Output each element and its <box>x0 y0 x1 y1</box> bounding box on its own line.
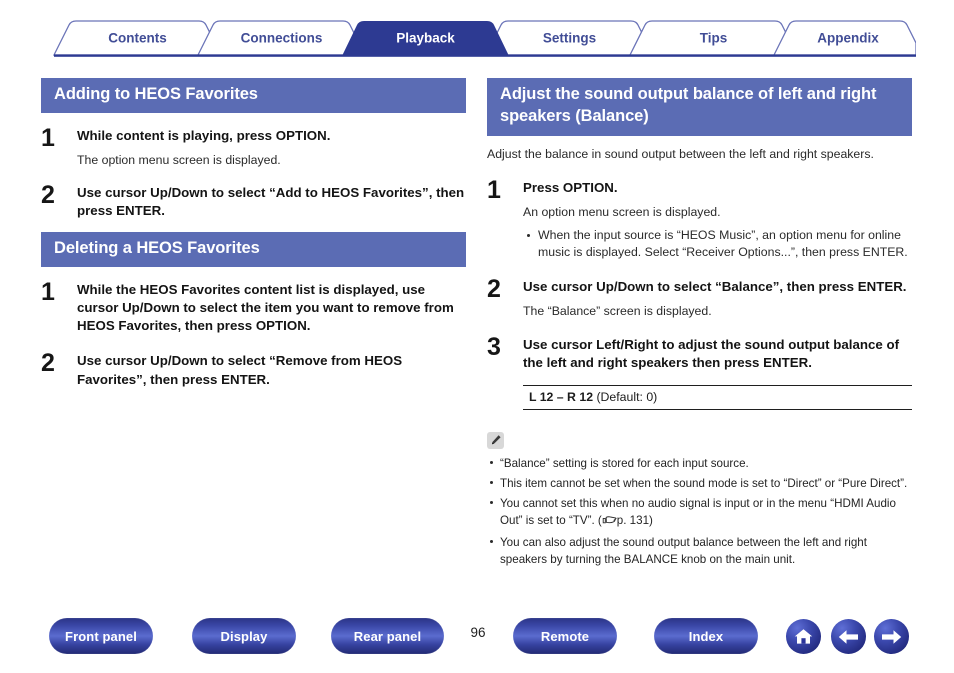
tab-label-settings: Settings <box>543 31 596 46</box>
index-button[interactable]: Index <box>654 618 758 654</box>
step-item: 1 While content is playing, press OPTION… <box>41 123 466 170</box>
tab-bar: Contents Connections Playback Settings T… <box>38 18 916 58</box>
page-reference-text[interactable]: p. 131 <box>617 514 649 527</box>
step-description: An option menu screen is displayed. <box>523 205 721 220</box>
step-item: 2 Use cursor Up/Down to select “Balance”… <box>487 275 912 321</box>
tab-label-connections: Connections <box>241 31 323 46</box>
step-title: Use cursor Up/Down to select “Remove fro… <box>77 353 403 387</box>
step-item: 1 While the HEOS Favorites content list … <box>41 278 466 335</box>
step-number: 2 <box>487 275 501 304</box>
step-description: The option menu screen is displayed. <box>77 152 281 167</box>
value-range: L 12 – R 12 <box>529 389 594 404</box>
step-item: 2 Use cursor Up/Down to select “Remove f… <box>41 349 466 388</box>
step-item: 3 Use cursor Left/Right to adjust the so… <box>487 332 912 372</box>
step-item: 2 Use cursor Up/Down to select “Add to H… <box>41 181 466 220</box>
value-default: (Default: 0) <box>596 389 658 404</box>
note-block: “Balance” setting is stored for each inp… <box>487 431 912 568</box>
value-range-box: L 12 – R 12 (Default: 0) <box>523 384 912 410</box>
section-heading: Adding to HEOS Favorites <box>41 78 466 113</box>
section-heading: Adjust the sound output balance of left … <box>487 78 912 136</box>
page-reference-icon <box>602 514 617 531</box>
tab-label-tips: Tips <box>700 31 728 46</box>
step-bullet-list: When the input source is “HEOS Music”, a… <box>523 227 912 263</box>
step-title: While content is playing, press OPTION. <box>77 127 331 143</box>
arrow-left-icon[interactable] <box>831 619 866 654</box>
step-description: The “Balance” screen is displayed. <box>523 304 712 319</box>
step-list: 1 While the HEOS Favorites content list … <box>41 278 466 388</box>
list-item: You cannot set this when no audio signal… <box>487 495 912 531</box>
section-adding-to-heos-favorites: Adding to HEOS Favorites 1 While content… <box>41 78 466 220</box>
list-item: When the input source is “HEOS Music”, a… <box>523 227 912 263</box>
note-text: “Balance” setting is stored for each inp… <box>500 456 749 470</box>
footer-bar: Front panel Display Rear panel 96 Remote… <box>0 618 954 658</box>
step-number: 3 <box>487 332 501 361</box>
step-list: 1 Press OPTION. An option menu screen is… <box>487 175 912 372</box>
step-title: Use cursor Up/Down to select “Balance”, … <box>523 279 907 295</box>
step-title: While the HEOS Favorites content list is… <box>77 282 454 334</box>
section-deleting-a-heos-favorites: Deleting a HEOS Favorites 1 While the HE… <box>41 232 466 388</box>
step-number: 2 <box>41 349 55 378</box>
step-title: Use cursor Up/Down to select “Add to HEO… <box>77 185 465 219</box>
step-list: 1 While content is playing, press OPTION… <box>41 123 466 221</box>
list-item: This item cannot be set when the sound m… <box>487 475 912 492</box>
arrow-right-icon[interactable] <box>874 619 909 654</box>
right-column: Adjust the sound output balance of left … <box>487 78 912 571</box>
tab-bar-baseline <box>54 54 916 57</box>
tab-label-appendix: Appendix <box>817 31 879 46</box>
section-heading: Deleting a HEOS Favorites <box>41 232 466 268</box>
left-column: Adding to HEOS Favorites 1 While content… <box>41 78 466 404</box>
list-item: “Balance” setting is stored for each inp… <box>487 455 912 472</box>
step-number: 2 <box>41 181 55 210</box>
rear-panel-button[interactable]: Rear panel <box>331 618 444 654</box>
page-number: 96 <box>470 625 486 640</box>
front-panel-button[interactable]: Front panel <box>49 618 153 654</box>
section-intro: Adjust the balance in sound output betwe… <box>487 146 874 161</box>
home-icon[interactable] <box>786 619 821 654</box>
step-item: 1 Press OPTION. An option menu screen is… <box>487 175 912 263</box>
step-number: 1 <box>41 123 55 152</box>
list-item: You can also adjust the sound output bal… <box>487 534 912 568</box>
note-text: This item cannot be set when the sound m… <box>500 476 908 490</box>
note-text-post: ) <box>649 513 653 527</box>
display-button[interactable]: Display <box>192 618 296 654</box>
note-list: “Balance” setting is stored for each inp… <box>487 455 912 568</box>
pencil-icon <box>487 431 504 449</box>
remote-button[interactable]: Remote <box>513 618 617 654</box>
step-title: Press OPTION. <box>523 179 618 195</box>
tab-label-contents: Contents <box>108 31 167 46</box>
step-title: Use cursor Left/Right to adjust the soun… <box>523 336 900 370</box>
note-text: You can also adjust the sound output bal… <box>500 535 867 567</box>
tab-label-playback: Playback <box>396 31 455 46</box>
step-number: 1 <box>41 278 55 307</box>
step-number: 1 <box>487 175 501 204</box>
note-text: You cannot set this when no audio signal… <box>500 496 896 527</box>
